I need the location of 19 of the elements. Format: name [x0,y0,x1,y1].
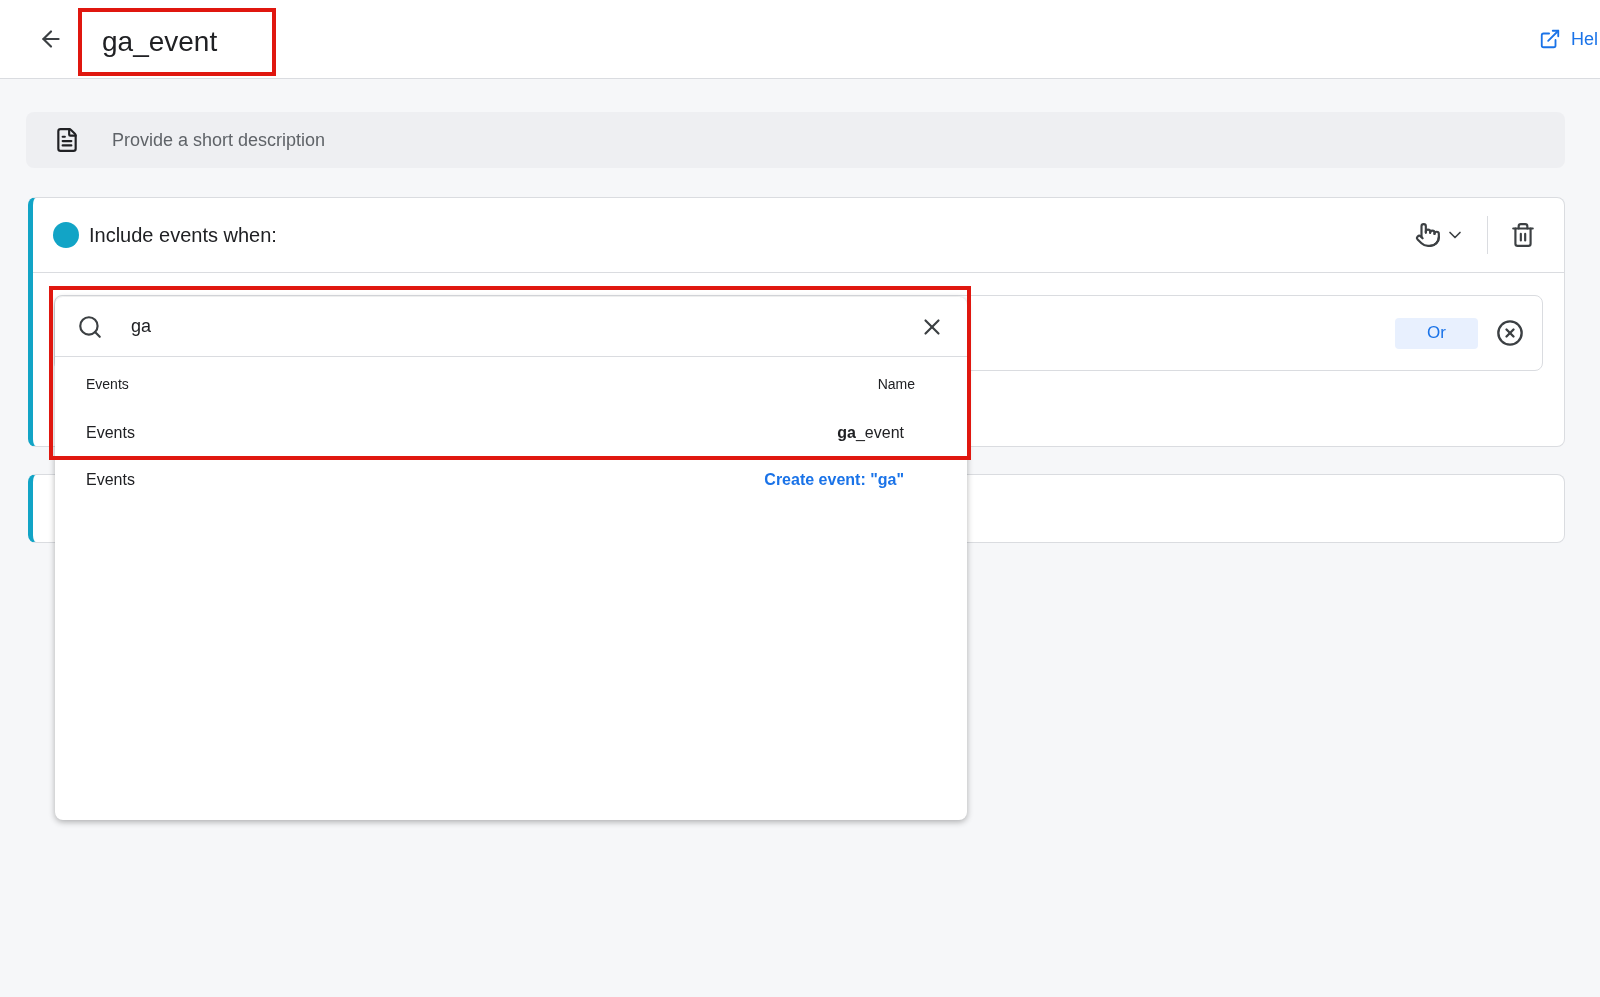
document-icon [54,127,80,153]
create-event-link[interactable]: Create event: "ga" [764,467,904,492]
search-icon [77,313,103,340]
result-category: Events [86,469,135,490]
card-title: Include events when: [89,223,277,248]
help-link[interactable]: Hel [1571,25,1598,53]
delete-icon[interactable] [1510,222,1536,248]
field-placeholder: Provide a short description [112,128,326,152]
search-input[interactable]: ga [131,313,919,340]
hand-pointer-icon [1415,222,1441,248]
or-button[interactable]: Or [1395,317,1478,349]
event-name: ga_event [837,422,904,443]
external-link-icon [1539,28,1561,50]
result-category: Events [86,422,135,443]
description-field[interactable]: Provide a short description [26,112,1565,168]
column-header: Name [877,374,915,394]
column-header: Events [86,374,129,394]
remove-icon[interactable] [1496,319,1524,347]
page-title: ga_event [102,25,218,59]
